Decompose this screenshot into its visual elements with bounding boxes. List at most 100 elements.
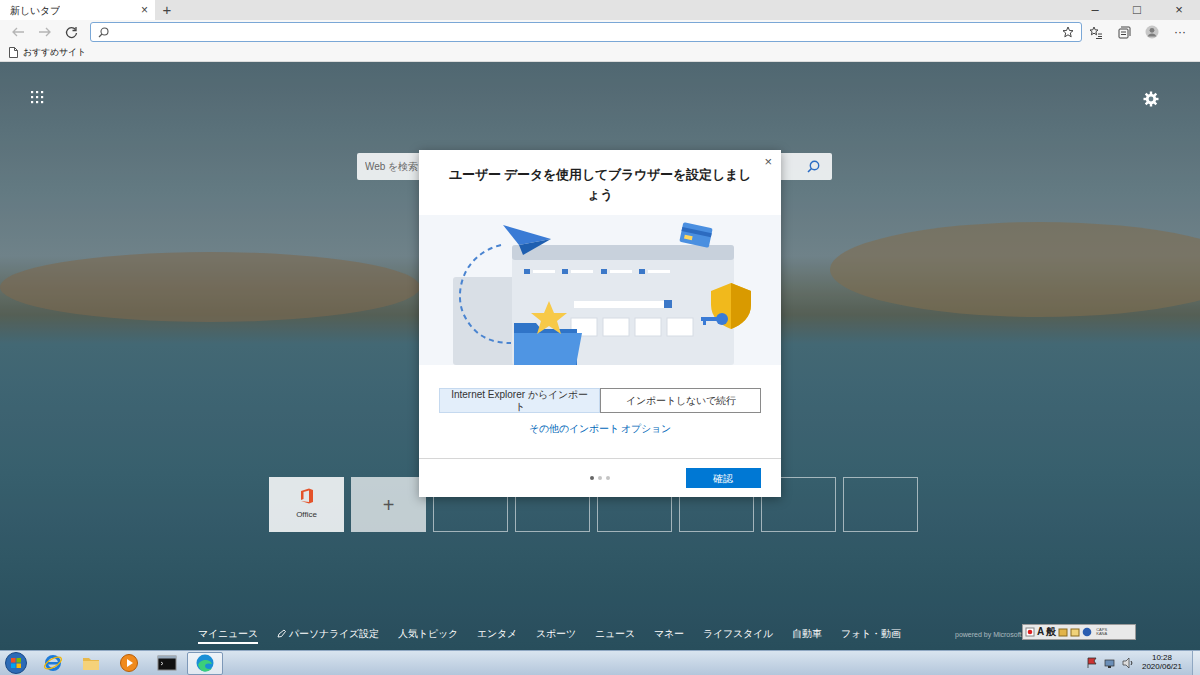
page-top-row [0, 62, 1200, 107]
browser-tab[interactable]: 新しいタブ × [0, 0, 155, 20]
dialog-header: ユーザー データを使用してブラウザーを設定しましょう × [419, 150, 781, 215]
step-dot [606, 476, 610, 480]
dictionary-icon[interactable] [1058, 627, 1068, 637]
favorites-bar: おすすめサイト [0, 44, 1200, 62]
kana-label: KANA [1096, 632, 1107, 636]
collections-icon[interactable] [1110, 26, 1138, 39]
back-arrow-icon[interactable] [4, 26, 31, 38]
forward-arrow-icon[interactable] [31, 26, 58, 38]
add-quick-link-tile[interactable]: + [351, 477, 426, 532]
news-nav: マイニュース パーソナライズ設定 人気トピック エンタメ スポーツ ニュース マネー ライフス… [0, 626, 1200, 644]
add-quick-link-label: + [383, 495, 395, 515]
import-dialog: ユーザー データを使用してブラウザーを設定しましょう × Internet Expl… [419, 150, 781, 497]
news-nav-label: ニュース [595, 626, 635, 641]
page-icon [9, 47, 18, 58]
news-nav-label: 人気トピック [398, 626, 458, 641]
news-nav-item[interactable]: パーソナライズ設定 [277, 626, 379, 644]
new-tab-button[interactable]: + [157, 0, 177, 20]
clock-date: 2020/06/21 [1142, 663, 1182, 672]
taskbar-app-button[interactable] [111, 652, 147, 675]
news-nav-item[interactable]: スポーツ [536, 626, 576, 644]
news-nav-item[interactable]: 自動車 [792, 626, 822, 644]
news-nav-label: マイニュース [198, 626, 258, 641]
empty-quick-link-tile [843, 477, 918, 532]
dialog-title: ユーザー データを使用してブラウザーを設定しましょう [443, 165, 757, 204]
news-nav-item[interactable]: エンタメ [477, 626, 517, 644]
news-nav-item[interactable]: マネー [654, 626, 684, 644]
news-nav-item[interactable]: フォト・動画 [841, 626, 901, 644]
step-indicator [540, 476, 661, 480]
language-bar[interactable]: A般CAPSKANA [1022, 624, 1136, 640]
search-icon[interactable] [807, 160, 820, 173]
news-nav-item[interactable]: マイニュース [198, 626, 258, 644]
media-app-icon [119, 653, 139, 673]
news-nav-label: ライフスタイル [703, 626, 773, 641]
refresh-icon[interactable] [58, 26, 85, 39]
start-orb-icon[interactable] [5, 652, 27, 674]
show-desktop-button[interactable] [1192, 651, 1200, 675]
more-menu-button[interactable]: ··· [1166, 23, 1194, 41]
import-option-button[interactable]: Internet Explorer からインポート [439, 388, 600, 413]
action-center-flag-icon[interactable] [1086, 657, 1098, 669]
window-control-button[interactable]: × [1158, 0, 1200, 20]
import-illustration-icon [419, 215, 781, 365]
network-icon[interactable] [1104, 657, 1116, 669]
quick-link-tile[interactable]: Office [269, 477, 344, 532]
tab-close-button[interactable]: × [139, 4, 150, 16]
step-dot [598, 476, 602, 480]
step-dot [590, 476, 594, 480]
gear-icon[interactable] [1143, 91, 1159, 107]
ime-flag-icon [1025, 627, 1035, 637]
news-nav-label: エンタメ [477, 626, 517, 641]
confirm-label: 確認 [713, 471, 733, 486]
tab-strip-spacer [177, 0, 1074, 20]
window-control-button[interactable]: – [1074, 0, 1116, 20]
confirm-wrap: 確認 [660, 468, 781, 488]
tab-label: 新しいタブ [10, 3, 60, 18]
import-option-label: Internet Explorer からインポート [448, 389, 591, 412]
ie-app-icon [43, 653, 63, 673]
taskbar-app-button[interactable] [35, 652, 71, 675]
quick-link-label: Office [296, 509, 317, 521]
tool-icon[interactable] [1070, 627, 1080, 637]
profile-icon[interactable] [1138, 25, 1166, 39]
taskbar-clock[interactable]: 10:282020/06/21 [1142, 654, 1192, 672]
speaker-icon[interactable] [1122, 657, 1134, 669]
link-row: その他のインポート オプション [419, 421, 781, 436]
taskbar-app-button[interactable] [73, 652, 109, 675]
news-nav-label: 自動車 [792, 626, 822, 641]
clock-time: 10:28 [1152, 654, 1172, 663]
favorites-icon[interactable] [1082, 26, 1110, 39]
news-nav-item[interactable]: ライフスタイル [703, 626, 773, 644]
taskbar-app-button[interactable] [149, 652, 185, 675]
cmd-app-icon [157, 653, 177, 673]
favorite-item[interactable]: おすすめサイト [9, 46, 86, 60]
dialog-footer: 確認 [419, 458, 781, 497]
search-icon [98, 27, 109, 38]
news-nav-item[interactable]: ニュース [595, 626, 635, 644]
tab-strip: 新しいタブ×+–□× [0, 0, 1200, 20]
star-icon[interactable] [1062, 26, 1074, 38]
address-bar[interactable] [90, 22, 1082, 42]
office-logo-icon [300, 488, 314, 504]
news-nav-label: マネー [654, 626, 684, 641]
edge-app-icon [195, 653, 215, 673]
taskbar: 10:282020/06/21 [0, 650, 1200, 675]
help-icon[interactable] [1082, 627, 1092, 637]
dialog-close-button[interactable]: × [764, 155, 772, 168]
explorer-app-icon [81, 653, 101, 673]
ime-mode-label[interactable]: 般 [1046, 627, 1056, 637]
window-control-button[interactable]: □ [1116, 0, 1158, 20]
taskbar-app-button[interactable] [187, 652, 223, 675]
more-import-options-link[interactable]: その他のインポート オプション [529, 421, 672, 436]
favorite-label: おすすめサイト [23, 46, 86, 60]
ime-mode-label[interactable]: A [1037, 627, 1044, 637]
import-option-button[interactable]: インポートしないで続行 [600, 388, 761, 413]
new-tab-page: Office + マイニュース パーソナライズ設定 人気トピック エンタメ スポーツ ニュース… [0, 62, 1200, 650]
news-nav-item[interactable]: 人気トピック [398, 626, 458, 644]
news-nav-label: パーソナライズ設定 [289, 626, 379, 641]
import-options: Internet Explorer からインポートインポートしないで続行 [439, 388, 761, 413]
confirm-button[interactable]: 確認 [686, 468, 761, 488]
pencil-icon [277, 629, 286, 638]
app-launcher-icon[interactable] [31, 91, 44, 104]
